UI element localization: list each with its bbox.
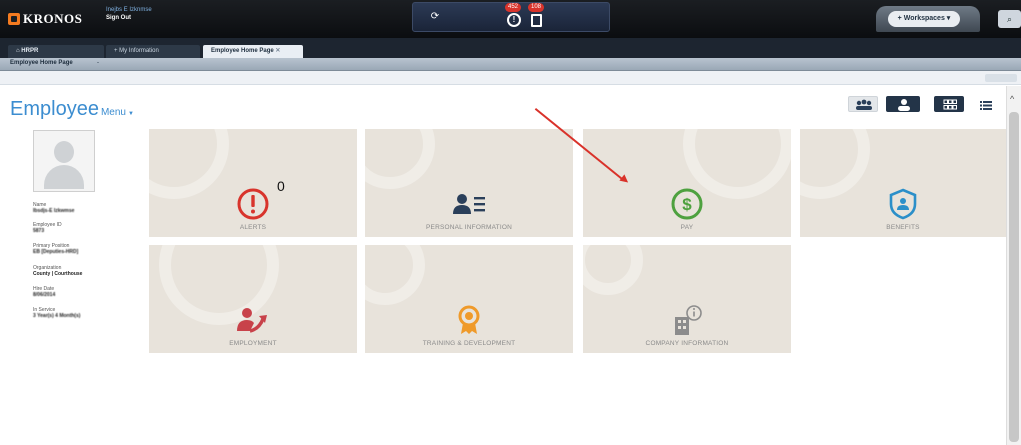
training-development-tile[interactable]: TRAINING & DEVELOPMENT: [365, 245, 573, 353]
primary-position-field: Primary Position EB [Deputies-HRD]: [33, 243, 133, 255]
user-name: Inejbs E Izknmse: [106, 7, 152, 13]
in-service-field: In Service 3 Year(s) 4 Month(s): [33, 307, 133, 319]
logo-mark-icon: [8, 13, 20, 25]
personal-information-label: PERSONAL INFORMATION: [426, 224, 512, 231]
refresh-icon[interactable]: ⟳: [429, 11, 441, 23]
grid-icon: [943, 99, 957, 110]
employment-icon-wrap: [149, 303, 357, 335]
organization-value: County | Courthouse: [33, 271, 83, 277]
list-icon: [980, 101, 992, 110]
tile-watermark: [365, 129, 435, 189]
alerts-count: 0: [277, 178, 285, 194]
employment-label: EMPLOYMENT: [229, 340, 277, 347]
menu-link[interactable]: Menu: [101, 107, 126, 118]
scrollbar-thumb[interactable]: [1009, 112, 1019, 442]
workspaces-tab: + Workspaces ▾: [876, 6, 980, 32]
pay-tile[interactable]: $ PAY: [583, 129, 791, 237]
hire-date-field: Hire Date 8/06/2014: [33, 286, 133, 298]
award-ribbon-icon: [458, 305, 480, 334]
tab-hrpr-label: HRPR: [21, 48, 39, 54]
notifications-panel: ⟳ 452 ! 108: [412, 2, 610, 32]
team-view-button[interactable]: [848, 96, 878, 112]
notes-count-badge: 108: [528, 3, 544, 12]
dollar-circle-icon: $: [671, 188, 703, 220]
user-block: Inejbs E Izknmse Sign Out: [106, 6, 152, 22]
notes-icon[interactable]: [531, 14, 542, 27]
alerts-icon-wrap: [149, 187, 357, 220]
tab-row: ⌂ HRPR + My Information Employee Home Pa…: [0, 38, 1021, 58]
benefits-tile[interactable]: BENEFITS: [800, 129, 1006, 237]
company-information-tile[interactable]: COMPANY INFORMATION: [583, 245, 791, 353]
personal-information-tile[interactable]: PERSONAL INFORMATION: [365, 129, 573, 237]
pay-icon-wrap: $: [583, 187, 791, 220]
company-information-label: COMPANY INFORMATION: [645, 340, 729, 347]
chevron-up-icon[interactable]: ^: [1010, 94, 1014, 104]
avatar-body-icon: [44, 165, 84, 189]
training-icon-wrap: [365, 303, 573, 335]
top-bar: KRONOS Inejbs E Izknmse Sign Out ⟳ 452 !…: [0, 0, 1021, 38]
app-window: KRONOS Inejbs E Izknmse Sign Out ⟳ 452 !…: [0, 0, 1021, 445]
main-content: Employee Menu ▼ Name Ibsdjs-E Izkwmse Em…: [0, 86, 1006, 445]
tab-close-icon[interactable]: ✕: [275, 48, 280, 54]
company-icon-wrap: [583, 303, 791, 335]
hire-date-value: 8/06/2014: [33, 292, 56, 298]
vertical-scrollbar[interactable]: ^: [1006, 86, 1021, 445]
primary-position-value: EB [Deputies-HRD]: [33, 249, 79, 255]
tile-view-button[interactable]: [934, 96, 964, 112]
tab-hrpr[interactable]: ⌂ HRPR: [8, 45, 104, 58]
kronos-logo: KRONOS: [8, 9, 82, 29]
avatar-head-icon: [54, 141, 74, 163]
toolbar-strip: [0, 71, 1021, 85]
person-icon: [898, 99, 910, 111]
subbar-title: Employee Home Page: [10, 60, 73, 66]
employment-tile[interactable]: EMPLOYMENT: [149, 245, 357, 353]
personal-icon-wrap: [365, 187, 573, 219]
subbar-dropdown[interactable]: -: [97, 60, 99, 66]
page-actions-button[interactable]: [985, 74, 1017, 82]
tab-my-information[interactable]: + My Information: [106, 45, 200, 58]
organization-field: Organization County | Courthouse: [33, 265, 133, 277]
employee-view-button[interactable]: [886, 96, 920, 112]
search-icon[interactable]: ⌕: [998, 10, 1021, 28]
name-value: Ibsdjs-E Izkwmse: [33, 208, 75, 214]
svg-text:$: $: [682, 195, 692, 214]
alerts-label: ALERTS: [239, 224, 267, 231]
employee-id-field: Employee ID 5873: [33, 222, 133, 234]
tab-employee-home-label: Employee Home Page: [211, 48, 274, 54]
page-title: Employee Menu ▼: [10, 98, 134, 121]
person-growth-icon: [237, 308, 267, 333]
list-view-button[interactable]: [972, 96, 998, 112]
alert-circle-icon: [237, 188, 269, 220]
name-field: Name Ibsdjs-E Izkwmse: [33, 202, 133, 214]
team-icon: [856, 99, 872, 110]
workspaces-label: Workspaces: [903, 15, 945, 22]
tab-employee-home-page[interactable]: Employee Home Page ✕: [203, 45, 303, 58]
chevron-down-icon: ▾: [944, 15, 951, 22]
employee-id-value: 5873: [33, 228, 45, 234]
tile-watermark: [583, 245, 643, 295]
benefits-icon-wrap: [800, 187, 1006, 220]
shield-person-icon: [889, 188, 917, 220]
in-service-value: 3 Year(s) 4 Month(s): [33, 313, 81, 319]
tab-my-information-label: My Information: [119, 48, 159, 54]
alerts-tile[interactable]: 0 ALERTS: [149, 129, 357, 237]
tile-watermark: [365, 245, 425, 305]
pay-label: PAY: [680, 224, 694, 231]
alert-icon[interactable]: !: [507, 13, 521, 27]
workspaces-button[interactable]: + Workspaces ▾: [888, 11, 960, 27]
chevron-down-icon[interactable]: ▼: [128, 111, 134, 117]
alert-count-badge: 452: [505, 3, 521, 12]
person-list-icon: [453, 194, 485, 214]
logo-text: KRONOS: [23, 11, 83, 26]
avatar: [33, 130, 95, 192]
sign-out-link[interactable]: Sign Out: [106, 14, 152, 22]
page-title-text: Employee: [10, 98, 99, 120]
page-subbar: Employee Home Page -: [0, 58, 1021, 71]
benefits-label: BENEFITS: [886, 224, 920, 231]
building-info-icon: [675, 305, 702, 335]
training-development-label: TRAINING & DEVELOPMENT: [422, 340, 516, 347]
